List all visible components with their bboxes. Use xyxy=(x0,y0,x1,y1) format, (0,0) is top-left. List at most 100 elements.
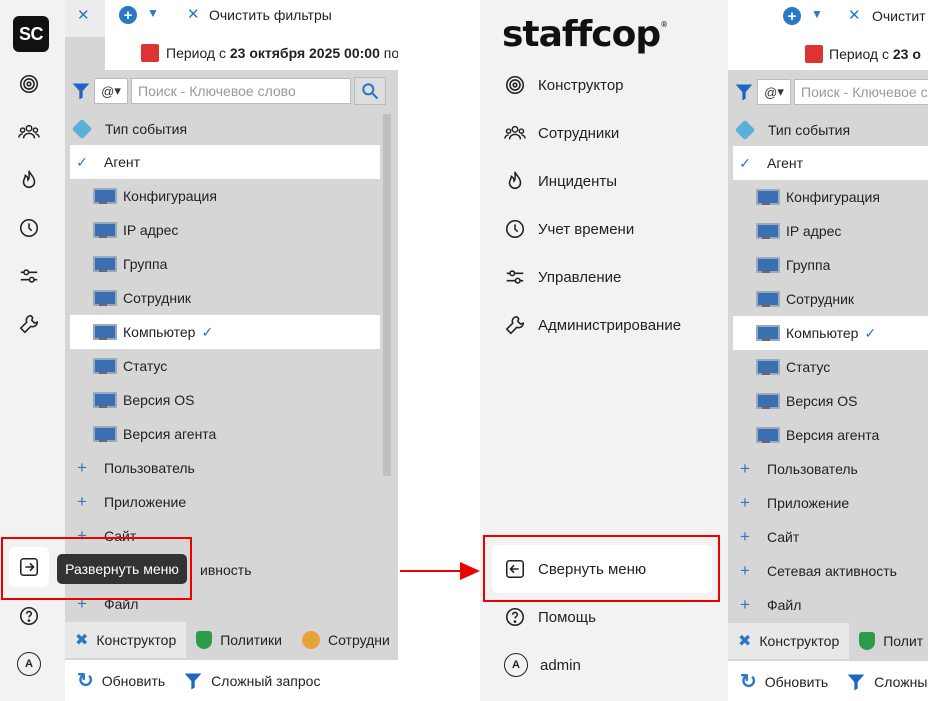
refresh-button[interactable]: ↻ Обновить xyxy=(740,669,828,694)
tree-leaf-employee[interactable]: Сотрудник xyxy=(70,281,380,315)
complex-query-button[interactable]: Сложный запрос xyxy=(183,671,320,691)
complex-query-button[interactable]: Сложный xyxy=(846,672,928,692)
monitor-icon xyxy=(756,427,780,443)
tab-policies[interactable]: Политики xyxy=(186,622,292,658)
chevron-down-icon[interactable]: ▼ xyxy=(147,6,159,20)
collapse-menu-button[interactable]: Свернуть меню xyxy=(492,545,712,593)
tree-leaf-status[interactable]: Статус xyxy=(70,349,380,383)
tree-leaf-ip[interactable]: IP адрес xyxy=(70,213,380,247)
tree-node-application[interactable]: + Приложение xyxy=(733,486,928,520)
refresh-button[interactable]: ↻ Обновить xyxy=(77,668,165,693)
tree-node-user[interactable]: + Пользователь xyxy=(733,452,928,486)
tree-leaf-computer[interactable]: Компьютер ✓ xyxy=(733,316,928,350)
right-footer: ↻Обновить Сложный xyxy=(728,661,928,701)
shield-icon xyxy=(196,631,213,649)
incidents-flame-icon[interactable] xyxy=(17,168,41,192)
sidebar-item-constructor[interactable]: Конструктор xyxy=(504,72,624,98)
tree-leaf-os-version[interactable]: Версия OS xyxy=(733,384,928,418)
user-avatar[interactable]: A xyxy=(17,652,41,676)
employees-icon[interactable] xyxy=(17,120,41,144)
constructor-icon xyxy=(505,75,525,95)
time-clock-icon[interactable] xyxy=(17,216,41,240)
shield-icon xyxy=(859,632,876,650)
tree-node-event-type[interactable]: Тип события xyxy=(733,113,928,147)
help-icon[interactable] xyxy=(17,604,41,628)
plus-icon: + xyxy=(740,527,750,546)
calendar-icon[interactable] xyxy=(805,45,823,63)
tree-leaf-group[interactable]: Группа xyxy=(733,248,928,282)
tree-node-agent[interactable]: ✓ Агент xyxy=(733,146,928,180)
search-input[interactable]: Поиск - Ключевое слово xyxy=(131,78,351,104)
sidebar-item-employees[interactable]: Сотрудники xyxy=(504,120,619,146)
search-mode-select[interactable]: @ ▾ xyxy=(757,79,791,105)
tree-node-application[interactable]: + Приложение xyxy=(70,485,380,519)
monitor-icon xyxy=(93,290,117,306)
check-icon: ✓ xyxy=(864,324,877,341)
clear-filters-link[interactable]: Очистить фильтры xyxy=(209,7,332,23)
tab-employees[interactable]: Сотрудни xyxy=(292,622,398,658)
tree-leaf-computer[interactable]: Компьютер ✓ xyxy=(70,315,380,349)
tree-scrollbar[interactable] xyxy=(383,114,391,476)
monitor-icon xyxy=(93,324,117,340)
tree-node-file[interactable]: + Файл xyxy=(70,587,380,621)
check-icon: ✓ xyxy=(76,153,88,170)
tree-node-site[interactable]: + Сайт xyxy=(733,520,928,554)
tree-leaf-agent-version[interactable]: Версия агента xyxy=(70,417,380,451)
clear-filters-link[interactable]: Очистит xyxy=(872,8,926,24)
period-text[interactable]: Период с 23 октября 2025 00:00 по xyxy=(166,45,398,61)
tree-node-agent[interactable]: ✓ Агент xyxy=(70,145,380,179)
tree-leaf-employee[interactable]: Сотрудник xyxy=(733,282,928,316)
tree-leaf-configuration[interactable]: Конфигурация xyxy=(733,180,928,214)
sidebar-item-time[interactable]: Учет времени xyxy=(504,216,634,242)
add-filter-icon[interactable]: + xyxy=(119,6,137,24)
tree-leaf-os-version[interactable]: Версия OS xyxy=(70,383,380,417)
calendar-icon[interactable] xyxy=(141,44,159,62)
expand-menu-button[interactable] xyxy=(9,547,49,587)
sidebar-item-management[interactable]: Управление xyxy=(504,264,621,290)
filter-funnel-icon xyxy=(847,674,865,690)
period-text[interactable]: Период с 23 о xyxy=(829,46,921,62)
staffcop-wordmark[interactable]: staffcop® xyxy=(502,14,668,55)
monitor-icon xyxy=(756,393,780,409)
tab-policies[interactable]: Полит xyxy=(849,623,928,659)
tree-leaf-configuration[interactable]: Конфигурация xyxy=(70,179,380,213)
time-clock-icon xyxy=(505,219,525,239)
administration-wrench-icon[interactable] xyxy=(17,312,41,336)
tree-node-event-type[interactable]: Тип события xyxy=(70,112,380,146)
refresh-icon: ↻ xyxy=(740,671,757,693)
tree-node-user[interactable]: + Пользователь xyxy=(70,451,380,485)
chevron-down-icon[interactable]: ▼ xyxy=(811,7,823,21)
clear-filters-icon[interactable]: ✕ xyxy=(848,6,861,24)
constructor-icon[interactable] xyxy=(17,72,41,96)
management-sliders-icon[interactable] xyxy=(17,264,41,288)
add-filter-icon[interactable]: + xyxy=(783,7,801,25)
monitor-icon xyxy=(93,358,117,374)
sidebar-user[interactable]: Aadmin xyxy=(504,652,581,678)
sidebar-item-administration[interactable]: Администрирование xyxy=(504,312,681,338)
plus-icon: + xyxy=(740,595,750,614)
tree-leaf-ip[interactable]: IP адрес xyxy=(733,214,928,248)
tree-leaf-group[interactable]: Группа xyxy=(70,247,380,281)
filter-funnel-icon[interactable] xyxy=(734,81,754,103)
sidebar-item-help[interactable]: Помощь xyxy=(504,604,596,630)
tree-leaf-status[interactable]: Статус xyxy=(733,350,928,384)
tab-constructor[interactable]: ✖ Конструктор xyxy=(728,623,850,659)
clear-filters-icon[interactable]: ✕ xyxy=(187,5,200,23)
search-row: @ ▾ Поиск - Ключевое сл xyxy=(734,77,928,107)
monitor-icon xyxy=(93,426,117,442)
tab-constructor[interactable]: ✖ Конструктор xyxy=(65,622,187,658)
tree-node-site[interactable]: + Сайт xyxy=(70,519,380,553)
filter-funnel-icon[interactable] xyxy=(71,80,91,102)
tree-node-file[interactable]: + Файл xyxy=(733,588,928,622)
tree-node-network[interactable]: + Сетевая активность xyxy=(733,554,928,588)
tree-leaf-agent-version[interactable]: Версия агента xyxy=(733,418,928,452)
search-button[interactable] xyxy=(354,77,386,105)
sidebar-item-incidents[interactable]: Инциденты xyxy=(504,168,617,194)
staffcop-logo-icon[interactable]: SC xyxy=(13,16,49,52)
help-icon xyxy=(505,607,525,627)
close-tab-icon[interactable]: ✕ xyxy=(77,6,90,24)
search-mode-select[interactable]: @ ▾ xyxy=(94,78,128,104)
refresh-icon: ↻ xyxy=(77,670,94,692)
tools-icon: ✖ xyxy=(75,632,89,649)
search-input[interactable]: Поиск - Ключевое сл xyxy=(794,79,928,105)
